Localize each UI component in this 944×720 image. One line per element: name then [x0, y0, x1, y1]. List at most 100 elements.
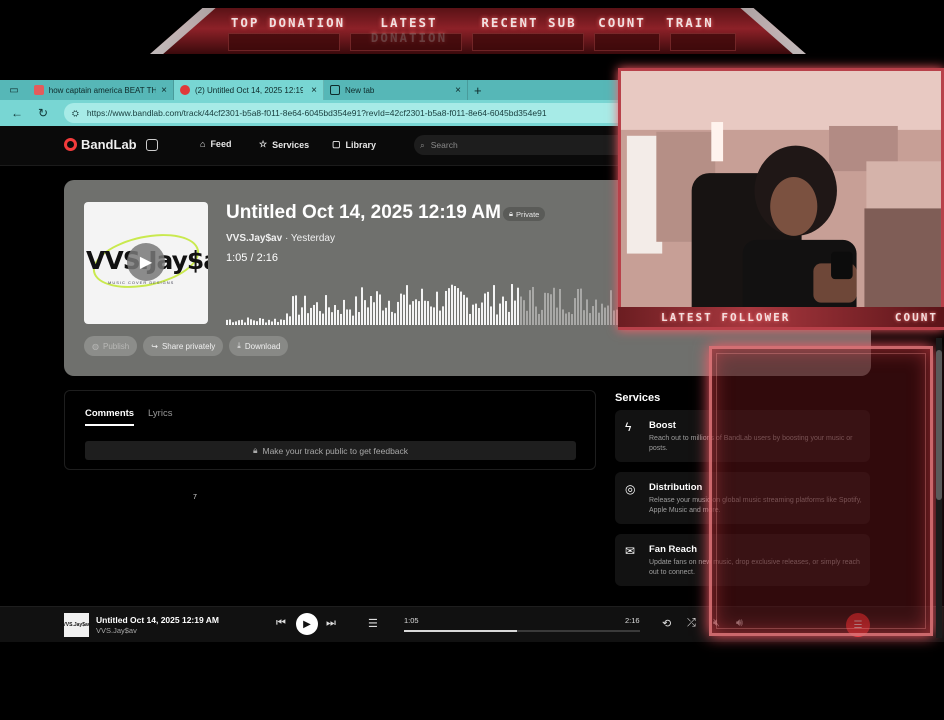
- scrollbar-thumb[interactable]: [936, 350, 942, 500]
- waveform-bar: [307, 313, 309, 325]
- bandlab-logo[interactable]: BandLab: [64, 137, 137, 152]
- new-tab-icon[interactable]: +: [474, 83, 482, 98]
- webcam-label-bar: LATEST FOLLOWER COUNT: [618, 307, 944, 327]
- progress-track[interactable]: [404, 630, 640, 632]
- duration: 2:16: [256, 252, 279, 264]
- waveform-bar: [352, 315, 354, 325]
- service-name: Boost: [649, 420, 676, 431]
- bolt-icon: ϟ: [625, 420, 632, 434]
- youtube-icon: [34, 85, 44, 95]
- tab-bandlab[interactable]: (2) Untitled Oct 14, 2025 12:19 AM ×: [174, 80, 324, 100]
- repeat-icon[interactable]: ⟲: [662, 617, 671, 630]
- refresh-icon[interactable]: ↻: [30, 106, 56, 120]
- waveform-bar: [505, 301, 507, 325]
- waveform-bar: [592, 306, 594, 325]
- waveform-bar: [610, 290, 612, 325]
- waveform-bar: [451, 284, 453, 325]
- url-field[interactable]: ⛭ https://www.bandlab.com/track/44cf2301…: [64, 103, 674, 123]
- search-input[interactable]: ⌕ Search: [414, 135, 634, 155]
- webcam-feed: [621, 71, 941, 327]
- lock-icon: 🔒︎: [509, 209, 513, 218]
- waveform-bar: [397, 301, 399, 325]
- nav-library[interactable]: ▢ Library: [332, 139, 376, 150]
- next-icon[interactable]: ⏭: [326, 617, 336, 630]
- privacy-label: Private: [516, 209, 540, 219]
- waveform-bar: [424, 300, 426, 325]
- download-button[interactable]: ⤓ Download: [229, 336, 289, 356]
- banner-value-box: [670, 33, 736, 51]
- waveform-bar: [595, 299, 597, 325]
- player-artist[interactable]: VVS.Jay$av: [96, 626, 137, 635]
- tab-youtube[interactable]: how captain america BEAT THE SE ×: [28, 80, 174, 100]
- waveform-bar: [280, 319, 282, 325]
- waveform-bar: [487, 291, 489, 325]
- stray-text: 7: [193, 494, 197, 501]
- waveform-bar: [613, 310, 615, 325]
- home-icon: ⌂: [200, 139, 206, 149]
- waveform-bar: [427, 301, 429, 325]
- waveform-bar: [379, 294, 381, 325]
- close-tab-icon[interactable]: ×: [161, 85, 167, 96]
- overlay-chat-frame: [709, 346, 933, 636]
- waveform-bar: [598, 312, 600, 325]
- tab-comments[interactable]: Comments: [85, 408, 135, 426]
- follower-count-label: COUNT: [894, 310, 938, 324]
- close-tab-icon[interactable]: ×: [455, 85, 461, 96]
- nav-feed[interactable]: ⌂ Feed: [200, 139, 231, 149]
- tab-lyrics[interactable]: Lyrics: [148, 408, 172, 419]
- waveform-bar: [400, 293, 402, 325]
- cover-subtext: MUSIC COVER DESIGNS: [108, 280, 175, 285]
- waveform-bar: [553, 287, 555, 325]
- tab-title: how captain america BEAT THE SE: [48, 85, 157, 95]
- waveform-bar: [343, 299, 345, 325]
- waveform-bar: [607, 305, 609, 325]
- publish-button[interactable]: ◍ Publish: [84, 336, 138, 356]
- waveform-bar: [493, 285, 495, 325]
- tab-actions-icon[interactable]: ▭: [0, 85, 28, 96]
- play-icon[interactable]: ▶: [127, 243, 165, 281]
- waveform-bar: [454, 286, 456, 325]
- artist-line: VVS.Jay$av · Yesterday: [226, 233, 335, 244]
- site-info-icon[interactable]: ⛭: [72, 108, 79, 119]
- waveform-bar: [310, 307, 312, 325]
- waveform-bar: [262, 318, 264, 325]
- artist-link[interactable]: VVS.Jay$av: [226, 233, 282, 244]
- play-button[interactable]: ▶: [296, 613, 318, 635]
- waveform[interactable]: [226, 266, 646, 325]
- waveform-bar: [349, 309, 351, 325]
- overlay-top-banner: TOP DONATION LATEST DONATION RECENT SUB …: [150, 8, 806, 54]
- waveform-bar: [577, 288, 579, 325]
- tab-title: (2) Untitled Oct 14, 2025 12:19 AM: [195, 85, 303, 95]
- waveform-bar: [409, 304, 411, 325]
- share-privately-button[interactable]: ↪ Share privately: [143, 336, 224, 356]
- close-tab-icon[interactable]: ×: [311, 85, 317, 96]
- nav-services[interactable]: ☆ Services: [259, 139, 309, 150]
- back-icon[interactable]: ←: [4, 106, 30, 120]
- player-title[interactable]: Untitled Oct 14, 2025 12:19 AM: [96, 615, 219, 625]
- player-thumbnail[interactable]: VVS.Jay$av: [62, 613, 91, 637]
- tab-newtab[interactable]: New tab ×: [324, 80, 468, 100]
- download-icon: ⤓: [237, 341, 241, 350]
- waveform-bar: [469, 313, 471, 325]
- waveform-bar: [406, 285, 408, 325]
- queue-icon[interactable]: ☰: [368, 617, 378, 630]
- waveform-bar: [463, 294, 465, 325]
- waveform-bar: [547, 293, 549, 325]
- library-icon: ▢: [332, 139, 341, 149]
- track-cover-art[interactable]: VVS.Jay$av MUSIC COVER DESIGNS ▶: [84, 202, 208, 324]
- waveform-bar: [295, 295, 297, 325]
- scrollbar[interactable]: [936, 338, 942, 638]
- shuffle-icon[interactable]: ⤮: [687, 617, 696, 630]
- nav-label: Library: [345, 139, 377, 150]
- track-title: Untitled Oct 14, 2025 12:19 AM: [226, 202, 501, 223]
- apps-grid-icon[interactable]: [146, 139, 158, 151]
- waveform-bar: [562, 309, 564, 325]
- waveform-bar: [259, 318, 261, 325]
- waveform-bar: [298, 314, 300, 325]
- previous-icon[interactable]: ⏮: [276, 617, 286, 630]
- waveform-bar: [382, 310, 384, 325]
- waveform-bar: [283, 319, 285, 325]
- tab-title: New tab: [345, 85, 375, 95]
- waveform-bar: [337, 309, 339, 325]
- waveform-bar: [274, 318, 276, 325]
